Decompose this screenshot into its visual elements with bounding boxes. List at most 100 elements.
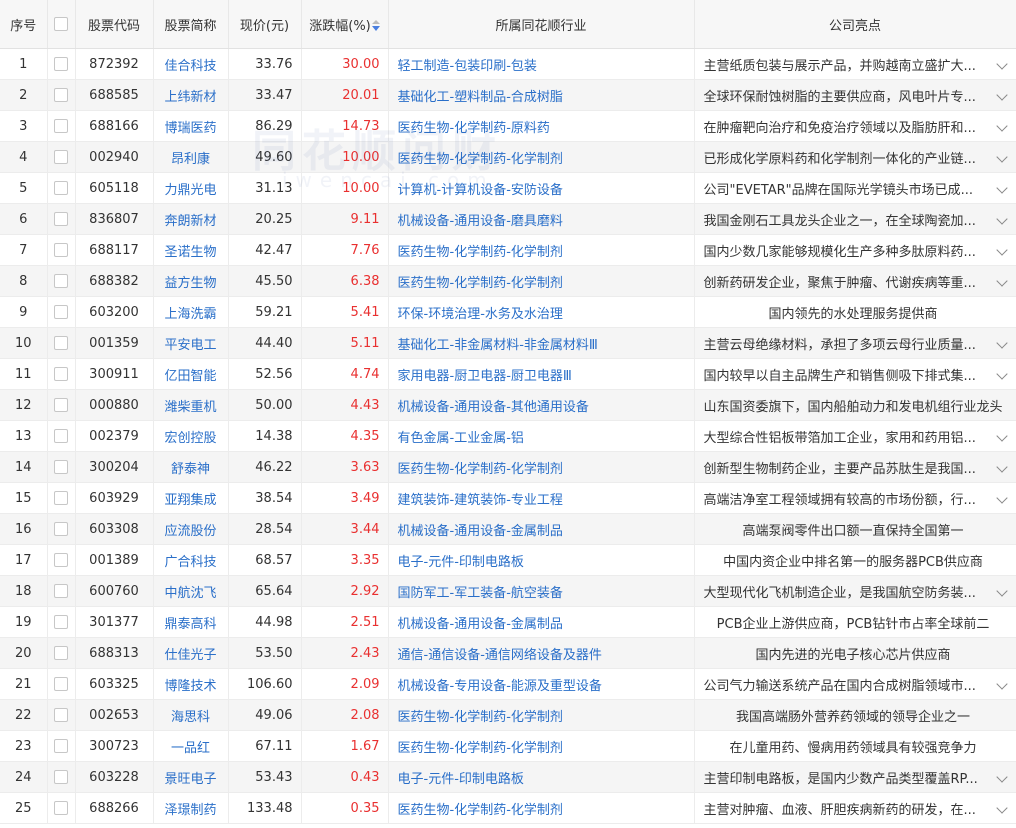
company-highlight[interactable]: 我国金刚石工具龙头企业之一，在全球陶瓷加...: [694, 203, 1016, 235]
table-row[interactable]: 2 688585 上纬新材 33.47 20.01 基础化工-塑料制品-合成树脂 全球环保耐…: [0, 79, 1016, 111]
row-select-checkbox[interactable]: [54, 801, 68, 815]
table-row[interactable]: 1 872392 佳合科技 33.76 30.00 轻工制造-包装印刷-包装 主营纸质包装与…: [0, 48, 1016, 80]
row-select-checkbox[interactable]: [54, 615, 68, 629]
table-row[interactable]: 18 600760 中航沈飞 65.64 2.92 国防军工-军工装备-航空装备 大型现代化…: [0, 575, 1016, 607]
stock-name-link[interactable]: 博隆技术: [153, 668, 229, 700]
table-row[interactable]: 9 603200 上海洗霸 59.21 5.41 环保-环境治理-水务及水治理 国内领先的水…: [0, 296, 1016, 328]
row-select-checkbox[interactable]: [54, 491, 68, 505]
stock-name-link[interactable]: 中航沈飞: [153, 575, 229, 607]
stock-name-link[interactable]: 一品红: [153, 730, 229, 762]
company-highlight[interactable]: 已形成化学原料药和化学制剂一体化的产业链...: [694, 141, 1016, 173]
industry-link[interactable]: 医药生物-化学制药-化学制剂: [388, 234, 695, 266]
row-select-checkbox[interactable]: [54, 336, 68, 350]
row-select-checkbox[interactable]: [54, 367, 68, 381]
company-highlight[interactable]: 在肿瘤靶向治疗和免疫治疗领域以及脂肪肝和...: [694, 110, 1016, 142]
table-row[interactable]: 19 301377 鼎泰高科 44.98 2.51 机械设备-通用设备-金属制品 PCB企业…: [0, 606, 1016, 638]
company-highlight[interactable]: 公司气力输送系统产品在国内合成树脂领域市...: [694, 668, 1016, 700]
row-checkbox[interactable]: [47, 451, 76, 483]
stock-name-link[interactable]: 博瑞医药: [153, 110, 229, 142]
row-checkbox[interactable]: [47, 730, 76, 762]
company-highlight[interactable]: 大型现代化飞机制造企业，是我国航空防务装...: [694, 575, 1016, 607]
header-code[interactable]: 股票代码: [75, 0, 154, 49]
stock-name-link[interactable]: 亿田智能: [153, 358, 229, 390]
industry-link[interactable]: 有色金属-工业金属-铝: [388, 420, 695, 452]
company-highlight[interactable]: 主营云母绝缘材料，承担了多项云母行业质量...: [694, 327, 1016, 359]
table-row[interactable]: 10 001359 平安电工 44.40 5.11 基础化工-非金属材料-非金属材料Ⅲ 主营…: [0, 327, 1016, 359]
company-highlight[interactable]: 主营对肿瘤、血液、肝胆疾病新药的研发，在...: [694, 792, 1016, 824]
industry-link[interactable]: 医药生物-化学制药-化学制剂: [388, 451, 695, 483]
industry-link[interactable]: 通信-通信设备-通信网络设备及器件: [388, 637, 695, 669]
stock-name-link[interactable]: 力鼎光电: [153, 172, 229, 204]
industry-link[interactable]: 环保-环境治理-水务及水治理: [388, 296, 695, 328]
row-checkbox[interactable]: [47, 761, 76, 793]
row-select-checkbox[interactable]: [54, 305, 68, 319]
table-row[interactable]: 25 688266 泽璟制药 133.48 0.35 医药生物-化学制药-化学制剂 主营对肿…: [0, 792, 1016, 824]
row-checkbox[interactable]: [47, 482, 76, 514]
table-row[interactable]: 23 300723 一品红 67.11 1.67 医药生物-化学制药-化学制剂 在儿童用药、…: [0, 730, 1016, 762]
row-select-checkbox[interactable]: [54, 243, 68, 257]
industry-link[interactable]: 电子-元件-印制电路板: [388, 761, 695, 793]
table-row[interactable]: 6 836807 奔朗新材 20.25 9.11 机械设备-通用设备-磨具磨料 我国金刚石工…: [0, 203, 1016, 235]
row-checkbox[interactable]: [47, 234, 76, 266]
stock-name-link[interactable]: 海思科: [153, 699, 229, 731]
row-select-checkbox[interactable]: [54, 181, 68, 195]
row-checkbox[interactable]: [47, 141, 76, 173]
row-select-checkbox[interactable]: [54, 212, 68, 226]
company-highlight[interactable]: 主营纸质包装与展示产品，并购越南立盛扩大...: [694, 48, 1016, 80]
row-checkbox[interactable]: [47, 544, 76, 576]
row-checkbox[interactable]: [47, 389, 76, 421]
company-highlight[interactable]: 高端洁净室工程领域拥有较高的市场份额，行...: [694, 482, 1016, 514]
industry-link[interactable]: 机械设备-通用设备-金属制品: [388, 606, 695, 638]
industry-link[interactable]: 医药生物-化学制药-原料药: [388, 110, 695, 142]
company-highlight[interactable]: 国内较早以自主品牌生产和销售侧吸下排式集...: [694, 358, 1016, 390]
stock-name-link[interactable]: 昂利康: [153, 141, 229, 173]
industry-link[interactable]: 电子-元件-印制电路板: [388, 544, 695, 576]
company-highlight[interactable]: 创新药研发企业，聚焦于肿瘤、代谢疾病等重...: [694, 265, 1016, 297]
row-select-checkbox[interactable]: [54, 274, 68, 288]
stock-name-link[interactable]: 上海洗霸: [153, 296, 229, 328]
stock-name-link[interactable]: 仕佳光子: [153, 637, 229, 669]
industry-link[interactable]: 基础化工-非金属材料-非金属材料Ⅲ: [388, 327, 695, 359]
row-checkbox[interactable]: [47, 420, 76, 452]
row-checkbox[interactable]: [47, 575, 76, 607]
company-highlight[interactable]: 创新型生物制药企业，主要产品苏肽生是我国...: [694, 451, 1016, 483]
stock-name-link[interactable]: 广合科技: [153, 544, 229, 576]
row-select-checkbox[interactable]: [54, 88, 68, 102]
stock-name-link[interactable]: 舒泰神: [153, 451, 229, 483]
header-select-all[interactable]: [47, 0, 76, 49]
stock-name-link[interactable]: 奔朗新材: [153, 203, 229, 235]
table-row[interactable]: 13 002379 宏创控股 14.38 4.35 有色金属-工业金属-铝 大型综合性铝板带…: [0, 420, 1016, 452]
row-select-checkbox[interactable]: [54, 584, 68, 598]
stock-name-link[interactable]: 景旺电子: [153, 761, 229, 793]
row-select-checkbox[interactable]: [54, 522, 68, 536]
select-all-checkbox[interactable]: [54, 17, 68, 31]
sort-desc-icon[interactable]: [371, 20, 380, 32]
industry-link[interactable]: 医药生物-化学制药-化学制剂: [388, 792, 695, 824]
stock-name-link[interactable]: 鼎泰高科: [153, 606, 229, 638]
stock-name-link[interactable]: 佳合科技: [153, 48, 229, 80]
industry-link[interactable]: 家用电器-厨卫电器-厨卫电器Ⅲ: [388, 358, 695, 390]
row-checkbox[interactable]: [47, 358, 76, 390]
table-row[interactable]: 15 603929 亚翔集成 38.54 3.49 建筑装饰-建筑装饰-专业工程 高端洁净室…: [0, 482, 1016, 514]
stock-name-link[interactable]: 潍柴重机: [153, 389, 229, 421]
company-highlight[interactable]: 大型综合性铝板带箔加工企业，家用和药用铝...: [694, 420, 1016, 452]
row-checkbox[interactable]: [47, 699, 76, 731]
row-select-checkbox[interactable]: [54, 460, 68, 474]
table-row[interactable]: 8 688382 益方生物 45.50 6.38 医药生物-化学制药-化学制剂 创新药研发企…: [0, 265, 1016, 297]
row-select-checkbox[interactable]: [54, 429, 68, 443]
row-checkbox[interactable]: [47, 513, 76, 545]
stock-name-link[interactable]: 泽璟制药: [153, 792, 229, 824]
row-select-checkbox[interactable]: [54, 119, 68, 133]
table-row[interactable]: 7 688117 圣诺生物 42.47 7.76 医药生物-化学制药-化学制剂 国内少数几家…: [0, 234, 1016, 266]
industry-link[interactable]: 医药生物-化学制药-化学制剂: [388, 699, 695, 731]
row-checkbox[interactable]: [47, 296, 76, 328]
stock-name-link[interactable]: 平安电工: [153, 327, 229, 359]
header-price[interactable]: 现价(元): [228, 0, 302, 49]
industry-link[interactable]: 建筑装饰-建筑装饰-专业工程: [388, 482, 695, 514]
industry-link[interactable]: 国防军工-军工装备-航空装备: [388, 575, 695, 607]
company-highlight[interactable]: 国内少数几家能够规模化生产多种多肽原料药...: [694, 234, 1016, 266]
row-select-checkbox[interactable]: [54, 677, 68, 691]
stock-name-link[interactable]: 亚翔集成: [153, 482, 229, 514]
company-highlight[interactable]: 全球环保耐蚀树脂的主要供应商，风电叶片专...: [694, 79, 1016, 111]
table-row[interactable]: 3 688166 博瑞医药 86.29 14.73 医药生物-化学制药-原料药 在肿瘤靶向治…: [0, 110, 1016, 142]
